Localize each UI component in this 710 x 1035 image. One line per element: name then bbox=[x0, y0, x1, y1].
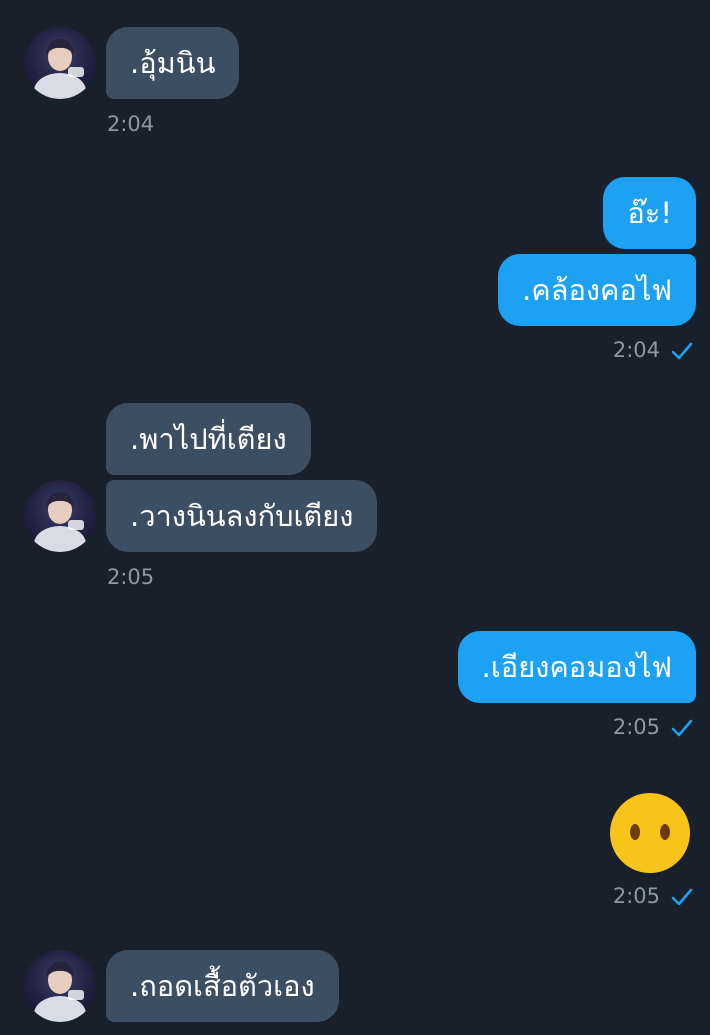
message-text: .วางนินลงกับเตียง bbox=[130, 498, 354, 533]
message-bubble[interactable]: .ถอดเสื้อตัวเอง bbox=[106, 950, 339, 1022]
emoji-eye bbox=[630, 824, 640, 840]
message-text: .ถอดเสื้อตัวเอง bbox=[130, 968, 315, 1003]
avatar[interactable] bbox=[24, 27, 96, 99]
avatar[interactable] bbox=[24, 480, 96, 552]
emoji-eye bbox=[660, 824, 670, 840]
check-icon bbox=[671, 342, 693, 360]
message-bubble[interactable]: .อุ้มนิน bbox=[106, 27, 240, 99]
check-icon bbox=[671, 888, 693, 906]
message-timestamp: 2:05 bbox=[612, 715, 660, 739]
hushed-face-emoji[interactable] bbox=[610, 793, 690, 873]
message-bubble[interactable]: .เอียงคอมองไฟ bbox=[457, 631, 696, 703]
message-text: .พาไปที่เตียง bbox=[130, 421, 287, 456]
message-bubble[interactable]: .พาไปที่เตียง bbox=[106, 403, 311, 475]
message-timestamp: 2:04 bbox=[107, 112, 155, 136]
check-icon bbox=[671, 719, 693, 737]
message-bubble[interactable]: .วางนินลงกับเตียง bbox=[106, 480, 378, 552]
message-bubble[interactable]: อ๊ะ! bbox=[603, 177, 696, 249]
message-text: .อุ้มนิน bbox=[130, 45, 216, 80]
message-timestamp: 2:05 bbox=[107, 565, 155, 589]
message-bubble[interactable]: .คล้องคอไฟ bbox=[498, 254, 696, 326]
message-timestamp: 2:05 bbox=[612, 884, 660, 908]
avatar[interactable] bbox=[24, 950, 96, 1022]
message-text: อ๊ะ! bbox=[627, 195, 672, 230]
message-text: .เอียงคอมองไฟ bbox=[481, 649, 672, 684]
message-timestamp: 2:04 bbox=[612, 338, 660, 362]
message-text: .คล้องคอไฟ bbox=[522, 272, 672, 307]
